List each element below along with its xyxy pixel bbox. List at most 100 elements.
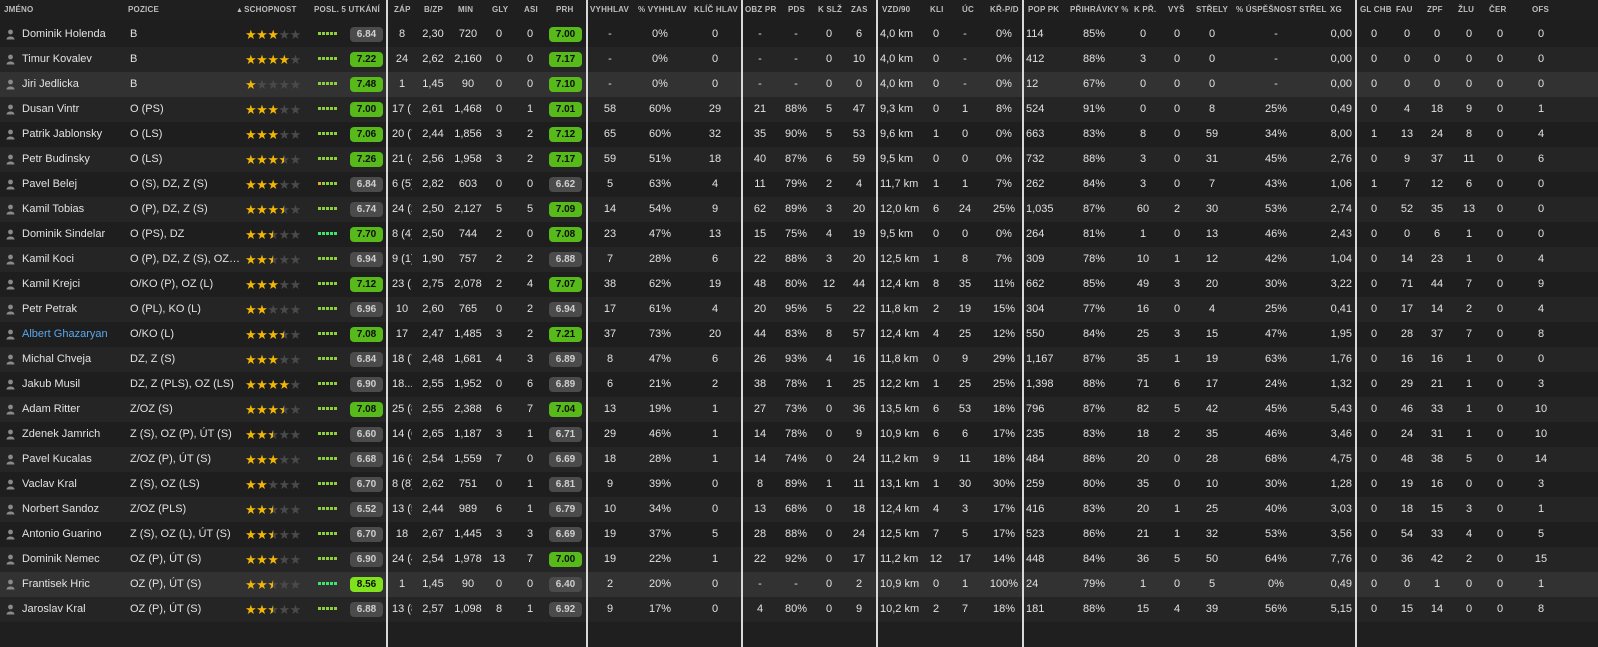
table-row[interactable]: Kamil Krejci O/KO (P), OZ (L) ★★★★★ 7.12 23 … bbox=[0, 272, 1598, 297]
star-empty-icon: ★ bbox=[278, 277, 290, 292]
column-header-k-slz[interactable]: K SLŽ bbox=[818, 0, 842, 20]
column-header-pozice[interactable]: POZICE bbox=[128, 0, 159, 20]
column-header-schopnost[interactable]: ▲SCHOPNOST bbox=[236, 0, 297, 20]
table-row[interactable]: Jiri Jedlicka B ★★★★★ 7.48 1 1,45 90 0 0 7.10-0% 0… bbox=[0, 72, 1598, 97]
column-header-zap[interactable]: ZÁP bbox=[394, 0, 411, 20]
player-name[interactable]: Patrik Jablonsky bbox=[22, 122, 126, 147]
column-header-min[interactable]: MIN bbox=[458, 0, 473, 20]
column-header-prh[interactable]: PRH bbox=[556, 0, 574, 20]
column-header-xg[interactable]: XG bbox=[1330, 0, 1342, 20]
stat-ofs: 15 bbox=[1534, 553, 1548, 565]
table-row[interactable]: Albert GhazaryanO/KO (L)★★★★★7.08172,471… bbox=[0, 322, 1598, 347]
stat-obz-pr: 26 bbox=[753, 353, 767, 365]
player-name[interactable]: Pavel Kucalas bbox=[22, 447, 126, 472]
stat-prh-badge: 6.69 bbox=[549, 452, 582, 467]
column-header-pop-pk[interactable]: POP PK bbox=[1028, 0, 1059, 20]
stat-vyhhlav: 29 bbox=[603, 428, 617, 440]
table-row[interactable]: Zdenek Jamrich Z (S), OZ (P), ÚT (S) ★★★ ★★… bbox=[0, 422, 1598, 447]
table-row[interactable]: Dominik Nemec OZ (P), ÚT (S) ★★★★★ 6.90 24 (… bbox=[0, 547, 1598, 572]
stat-obz-pr: - bbox=[758, 78, 762, 90]
star-empty-icon: ★ bbox=[289, 52, 302, 67]
player-name[interactable]: Jakub Musil bbox=[22, 372, 126, 397]
player-name[interactable]: Dominik Nemec bbox=[22, 547, 126, 572]
table-row[interactable]: Kamil Koci O (P), DZ, Z (S), OZ (... ★★★ ★★… bbox=[0, 247, 1598, 272]
column-header-fau[interactable]: FAU bbox=[1396, 0, 1413, 20]
table-row[interactable]: Michal ChvejaDZ, Z (S)★★★★★6.8418 (7)2,4… bbox=[0, 347, 1598, 372]
table-row[interactable]: Frantisek HricOZ (P), ÚT (S)★★★★★8.5611,… bbox=[0, 572, 1598, 597]
column-header-gl-chb[interactable]: GL CHB bbox=[1360, 0, 1392, 20]
player-name[interactable]: Petr Budinsky bbox=[22, 147, 126, 172]
column-header-strely[interactable]: STŘELY bbox=[1196, 0, 1228, 20]
player-name[interactable]: Michal Chveja bbox=[22, 347, 126, 372]
player-position: Z (S), OZ (L), ÚT (S) bbox=[130, 528, 231, 540]
player-name[interactable]: Adam Ritter bbox=[22, 397, 126, 422]
table-row[interactable]: Vaclav KralZ (S), OZ (LS)★★★★★6.708 (8)2… bbox=[0, 472, 1598, 497]
stat-prihravky-pct: 87% bbox=[1082, 403, 1106, 415]
column-header-zpf[interactable]: ZPF bbox=[1427, 0, 1443, 20]
player-name[interactable]: Zdenek Jamrich bbox=[22, 422, 126, 447]
table-row[interactable]: Kamil TobiasO (P), DZ, Z (S)★★★★★6.7424 … bbox=[0, 197, 1598, 222]
column-header-jmeno[interactable]: JMÉNO bbox=[4, 0, 33, 20]
table-row[interactable]: Adam RitterZ/OZ (S)★★★★★7.0825 (8)2,552,… bbox=[0, 397, 1598, 422]
player-name[interactable]: Dusan Vintr bbox=[22, 97, 126, 122]
table-row[interactable]: Petr Petrak O (PL), KO (L) ★★★★★ 6.96 10 2,60… bbox=[0, 297, 1598, 322]
table-row[interactable]: Dominik Holenda B ★★★★★ 6.84 8 2,30 720 0 0 7.00-… bbox=[0, 22, 1598, 47]
table-row[interactable]: Pavel Kucalas Z/OZ (P), ÚT (S) ★★★★★ 6.68 16… bbox=[0, 447, 1598, 472]
player-name[interactable]: Petr Petrak bbox=[22, 297, 126, 322]
column-header-asi[interactable]: ASI bbox=[524, 0, 538, 20]
column-header-kr-p-d[interactable]: KŘ-P/D bbox=[990, 0, 1019, 20]
stat-zap: 18 (7) bbox=[392, 353, 412, 365]
player-name[interactable]: Kamil Koci bbox=[22, 247, 126, 272]
form-bar bbox=[326, 532, 329, 535]
column-header-prihravky-pct[interactable]: PŘIHRÁVKY % bbox=[1070, 0, 1129, 20]
column-header-k-pr[interactable]: K PŘ. bbox=[1134, 0, 1156, 20]
table-row[interactable]: Patrik JablonskyO (LS)★★★★★7.0620 (7)2,4… bbox=[0, 122, 1598, 147]
column-header-pds[interactable]: PDS bbox=[788, 0, 805, 20]
column-header-vyhhlav[interactable]: VYHHLAV bbox=[590, 0, 629, 20]
column-header-klic-hlav[interactable]: KLÍČ HLAV bbox=[694, 0, 738, 20]
player-name[interactable]: Jaroslav Kral bbox=[22, 597, 126, 622]
form-bar bbox=[322, 82, 325, 85]
column-header-posl-5-utkani[interactable]: POSL. 5 UTKÁNÍ bbox=[314, 0, 380, 20]
column-header-gly[interactable]: GLY bbox=[492, 0, 508, 20]
player-name[interactable]: Kamil Krejci bbox=[22, 272, 126, 297]
column-header-vys[interactable]: VYŠ bbox=[1168, 0, 1185, 20]
stat-cer: 0 bbox=[1496, 428, 1504, 440]
player-name[interactable]: Vaclav Kral bbox=[22, 472, 126, 497]
player-name[interactable]: Jiri Jedlicka bbox=[22, 72, 126, 97]
table-row[interactable]: Petr BudinskyO (LS)★★★★★7.2621 (4)2,561,… bbox=[0, 147, 1598, 172]
column-header-uc[interactable]: ÚC bbox=[962, 0, 974, 20]
column-header-kli[interactable]: KLI bbox=[930, 0, 944, 20]
table-row[interactable]: Norbert SandozZ/OZ (PLS)★★★★★6.5213 (5)2… bbox=[0, 497, 1598, 522]
table-row[interactable]: Pavel Belej O (S), DZ, Z (S) ★★★★★ 6.84 6 (5… bbox=[0, 172, 1598, 197]
column-header-uspesnost-strel-pct[interactable]: % ÚSPĚŠNOST STŘEL bbox=[1236, 0, 1327, 20]
table-row[interactable]: Dusan VintrO (PS)★★★★★7.0017 (1)2,611,46… bbox=[0, 97, 1598, 122]
column-header-vyhhlav-pct[interactable]: % VYHHLAV bbox=[638, 0, 687, 20]
column-header-obz-pr[interactable]: OBZ PR bbox=[745, 0, 776, 20]
player-name[interactable]: Timur Kovalev bbox=[22, 47, 126, 72]
player-name[interactable]: Antonio Guarino bbox=[22, 522, 126, 547]
player-name[interactable]: Albert Ghazaryan bbox=[22, 322, 126, 347]
player-name[interactable]: Kamil Tobias bbox=[22, 197, 126, 222]
column-header-cer[interactable]: ČER bbox=[1489, 0, 1507, 20]
table-row[interactable]: Timur Kovalev B ★★★★★ 7.22 24 2,62 2,160 0 0 7.17… bbox=[0, 47, 1598, 72]
last-5-form bbox=[318, 182, 338, 188]
stat-ofs: 0 bbox=[1537, 203, 1545, 215]
column-header-zlu[interactable]: ŽLU bbox=[1458, 0, 1474, 20]
player-name[interactable]: Dominik Sindelar bbox=[22, 222, 126, 247]
table-row[interactable]: Antonio Guarino Z (S), OZ (L), ÚT (S) ★★★ ★… bbox=[0, 522, 1598, 547]
table-row[interactable]: Jaroslav KralOZ (P), ÚT (S)★★★★★6.8813 (… bbox=[0, 597, 1598, 622]
star-empty-icon: ★ bbox=[289, 177, 302, 192]
player-name[interactable]: Dominik Holenda bbox=[22, 22, 126, 47]
table-row[interactable]: Dominik SindelarO (PS), DZ★★★★★7.708 (4)… bbox=[0, 222, 1598, 247]
column-header-zas[interactable]: ZAS bbox=[851, 0, 868, 20]
player-name[interactable]: Frantisek Hric bbox=[22, 572, 126, 597]
column-header-b-zp[interactable]: B/ZP bbox=[424, 0, 443, 20]
player-name[interactable]: Pavel Belej bbox=[22, 172, 126, 197]
column-header-vzd-90[interactable]: VZD/90 bbox=[882, 0, 910, 20]
stat-kr-p-d: 15% bbox=[992, 303, 1016, 315]
player-name[interactable]: Norbert Sandoz bbox=[22, 497, 126, 522]
column-header-ofs[interactable]: OFS bbox=[1532, 0, 1549, 20]
table-row[interactable]: Jakub Musil DZ, Z (PLS), OZ (LS) ★★★★★ 6.90… bbox=[0, 372, 1598, 397]
stat-zpf: 44 bbox=[1430, 278, 1444, 290]
